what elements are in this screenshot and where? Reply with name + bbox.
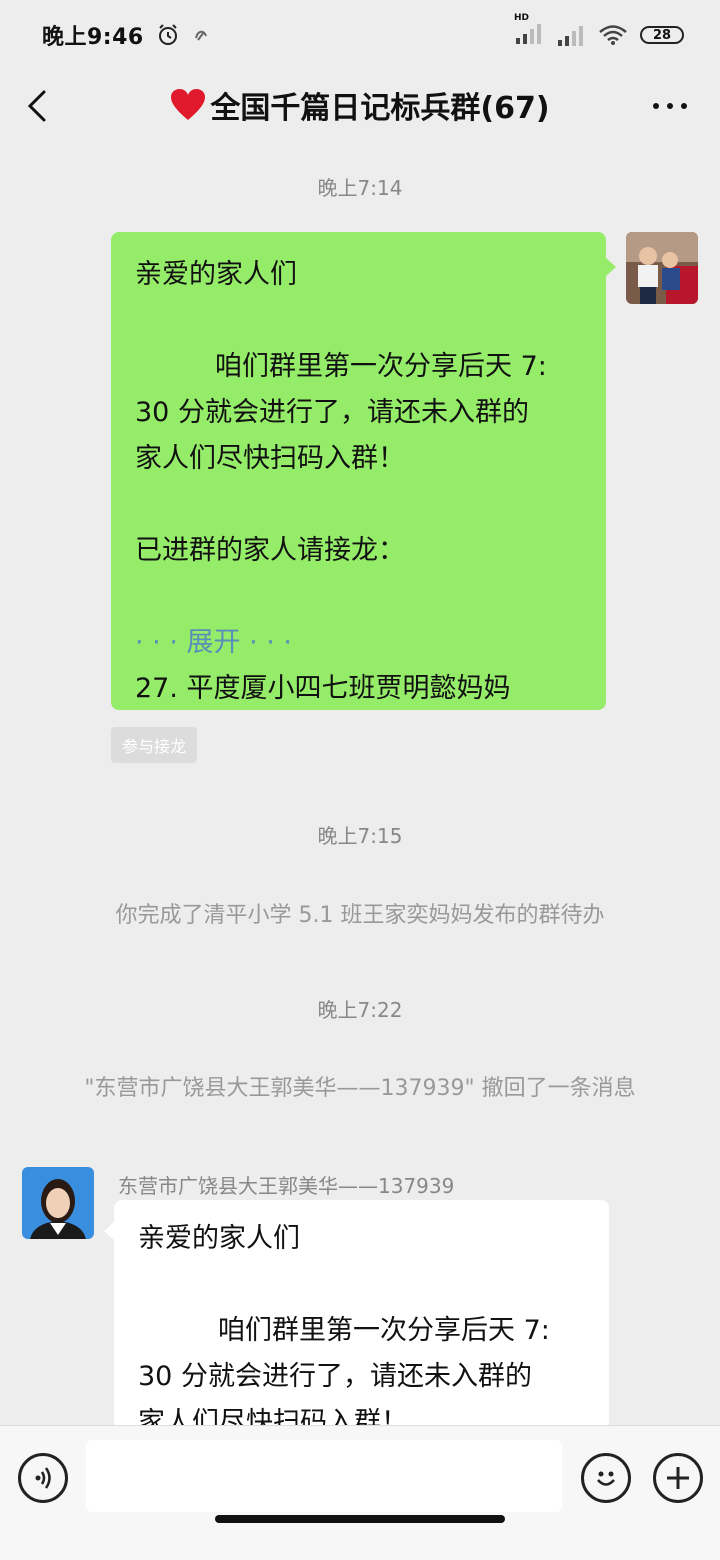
message-line: 咱们群里第一次分享后天 7: — [215, 351, 547, 382]
heart-icon — [171, 89, 206, 120]
sender-avatar[interactable] — [22, 1167, 94, 1239]
network-label: HD — [514, 13, 530, 23]
message-line: 30 分就会进行了，请还未入群的 — [135, 397, 529, 428]
message-line: 亲爱的家人们 — [138, 1223, 300, 1254]
avatar-photo — [626, 232, 698, 304]
message-line: 家人们尽快扫码入群！ — [138, 1407, 408, 1425]
message-input[interactable] — [86, 1440, 562, 1512]
emoji-button[interactable] — [581, 1453, 631, 1503]
battery-level: 28 — [652, 27, 672, 43]
more-actions-button[interactable] — [653, 1453, 703, 1503]
message-line: 亲爱的家人们 — [135, 259, 297, 290]
chat-area[interactable]: 晚上7:14 亲爱的家人们 咱们群里第一次分享后天 7: 30 分就会进行了，请… — [0, 140, 720, 1425]
join-relay-button[interactable]: 参与接龙 — [111, 727, 197, 763]
alarm-icon — [158, 24, 177, 45]
system-message: "东营市广饶县大王郭美华——137939" 撤回了一条消息 — [84, 1076, 636, 1101]
chat-header: 全国千篇日记标兵群(67) — [0, 70, 720, 140]
voice-button[interactable] — [18, 1453, 68, 1503]
chat-title: 全国千篇日记标兵群(67) — [170, 83, 550, 127]
chevron-left-icon — [27, 90, 46, 122]
sender-name: 东营市广饶县大王郭美华——137939 — [118, 1174, 455, 1198]
status-time: 晚上9:46 — [42, 25, 144, 50]
status-bar: 晚上9:46 HD 28 — [0, 0, 720, 70]
message-line: 咱们群里第一次分享后天 7: — [218, 1315, 550, 1346]
timestamp: 晚上7:14 — [317, 176, 403, 200]
chat-title-text: 全国千篇日记标兵群(67) — [210, 91, 550, 126]
message-line: 家人们尽快扫码入群！ — [135, 443, 405, 474]
back-button[interactable] — [22, 82, 62, 128]
signal-icon-2 — [558, 26, 583, 46]
message-line: 已进群的家人请接龙： — [135, 535, 405, 566]
notification-icon — [194, 30, 207, 41]
incoming-message-bubble[interactable]: 亲爱的家人们 咱们群里第一次分享后天 7: 30 分就会进行了，请还未入群的 家… — [104, 1200, 609, 1425]
system-message: 你完成了清平小学 5.1 班王家奕妈妈发布的群待办 — [115, 903, 605, 928]
battery-indicator: 28 — [640, 26, 684, 44]
voice-icon — [35, 1467, 51, 1489]
wifi-icon — [599, 25, 627, 45]
my-avatar[interactable] — [626, 232, 698, 304]
emoji-icon — [597, 1471, 615, 1486]
more-dots-icon — [653, 103, 687, 109]
home-indicator[interactable] — [215, 1515, 505, 1523]
timestamp: 晚上7:15 — [317, 824, 403, 848]
message-line: 30 分就会进行了，请还未入群的 — [138, 1361, 532, 1392]
signal-icon: HD — [514, 13, 544, 48]
expand-link[interactable]: · · · 展开 · · · — [135, 620, 582, 666]
plus-icon — [667, 1467, 689, 1489]
avatar-photo — [22, 1167, 94, 1239]
input-bar — [0, 1425, 720, 1560]
timestamp: 晚上7:22 — [317, 998, 403, 1022]
message-line: 27. 平度厦小四七班贾明懿妈妈 — [135, 673, 511, 704]
outgoing-message-bubble[interactable]: 亲爱的家人们 咱们群里第一次分享后天 7: 30 分就会进行了，请还未入群的 家… — [111, 232, 616, 710]
more-button[interactable] — [650, 88, 690, 124]
